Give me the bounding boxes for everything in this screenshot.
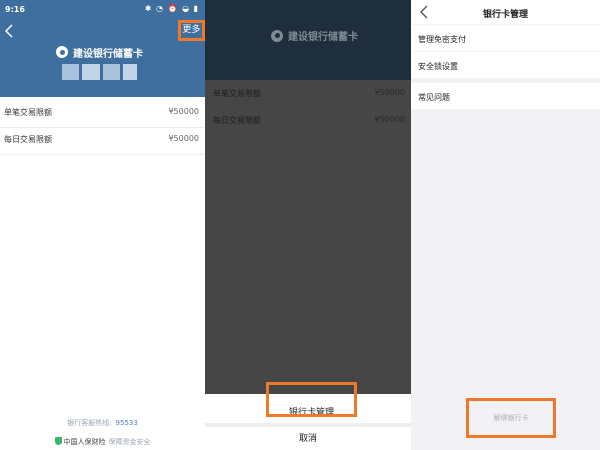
menu-item-label: 常见问题: [418, 93, 450, 102]
menu-item-security-lock[interactable]: 安全锁设置: [411, 52, 600, 78]
insurer-name: 中国人保财险: [63, 438, 106, 446]
cancel-button[interactable]: 取消: [205, 428, 411, 450]
limit-value: ¥50000: [168, 134, 199, 143]
insurance-note: 中国人保财险 保障资金安全: [0, 437, 205, 447]
sheet-divider: [205, 423, 411, 427]
masked-card-number: [62, 64, 138, 80]
menu-item-label: 安全锁设置: [418, 62, 458, 71]
bank-card-management-screen: 银行卡管理 管理免密支付 安全锁设置 常见问题 解绑银行卡: [411, 0, 600, 450]
card-detail-screen: 9:16 ✱ ◔ ⏰ ◒ ▮ 更多 建设银行储蓄卡 单笔交易限额 ¥50000: [0, 0, 205, 450]
menu-item-faq[interactable]: 常见问题: [411, 83, 600, 109]
ccb-logo-icon: [56, 46, 68, 58]
menu-item-label: 管理免密支付: [418, 35, 466, 44]
page-title: 银行卡管理: [482, 10, 528, 20]
status-time: 9:16: [5, 5, 25, 14]
limit-label: 每日交易限额: [213, 116, 261, 125]
limit-value: ¥50000: [168, 107, 199, 116]
unbind-card-button[interactable]: 解绑银行卡: [466, 398, 556, 438]
hotline-label: 银行客服热线:: [67, 419, 112, 427]
daily-limit-row: 每日交易限额 ¥50000: [0, 124, 205, 155]
back-arrow-icon[interactable]: [3, 23, 17, 39]
limit-value: ¥50000: [374, 88, 405, 97]
shield-icon: [54, 437, 62, 445]
single-limit-row: 单笔交易限额 ¥50000: [205, 80, 411, 106]
limit-label: 单笔交易限额: [213, 89, 261, 98]
bank-title: 建设银行储蓄卡: [56, 45, 143, 60]
card-header: 9:16 ✱ ◔ ⏰ ◒ ▮ 更多 建设银行储蓄卡: [0, 0, 205, 97]
bank-name: 建设银行储蓄卡: [288, 32, 358, 43]
limit-label: 单笔交易限额: [4, 108, 52, 117]
menu-item-password-free-pay[interactable]: 管理免密支付: [411, 25, 600, 51]
daily-limit-row: 每日交易限额 ¥50000: [205, 107, 411, 133]
status-bar: 9:16 ✱ ◔ ⏰ ◒ ▮: [0, 0, 205, 18]
limit-value: ¥50000: [374, 115, 405, 124]
screenshot-composite: 9:16 ✱ ◔ ⏰ ◒ ▮ 更多 建设银行储蓄卡 单笔交易限额 ¥50000: [0, 0, 600, 450]
highlight-box: [266, 382, 357, 417]
more-button[interactable]: 更多: [178, 20, 205, 41]
nav-bar: 银行卡管理: [411, 0, 600, 24]
hotline-number[interactable]: 95533: [116, 419, 138, 427]
status-icons: ✱ ◔ ⏰ ◒ ▮: [144, 4, 199, 13]
bank-hotline: 银行客服热线: 95533: [0, 418, 205, 428]
ccb-logo-icon: [271, 29, 283, 42]
bank-title: 建设银行储蓄卡: [271, 28, 358, 43]
action-sheet-screen: 建设银行储蓄卡 单笔交易限额 ¥50000 每日交易限额 ¥50000 银行卡管…: [205, 0, 411, 450]
dimmed-header: 建设银行储蓄卡: [205, 0, 411, 80]
limit-label: 每日交易限额: [4, 135, 52, 144]
insurer-note: 保障资金安全: [108, 438, 151, 446]
bank-name: 建设银行储蓄卡: [73, 48, 143, 60]
